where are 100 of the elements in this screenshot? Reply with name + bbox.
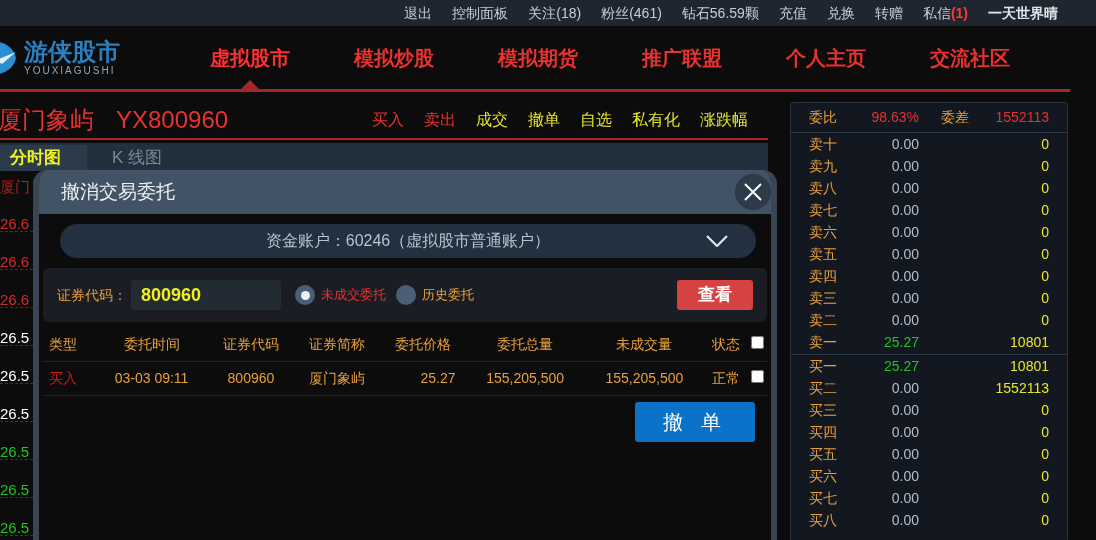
nav-item[interactable]: 推广联盟 (642, 26, 722, 89)
volume-value: 0 (1040, 444, 1049, 464)
price-value: 0.00 (890, 400, 919, 420)
volume-value: 10801 (1009, 332, 1049, 352)
price-value: 0.00 (890, 134, 919, 154)
price-value: 0.00 (890, 288, 919, 308)
action-link[interactable]: 撤单 (528, 108, 560, 132)
nav-item[interactable]: 模拟炒股 (354, 26, 434, 89)
axis-stock-label: 厦门 (0, 179, 31, 194)
table-cell: 买入 (49, 370, 77, 386)
table-cell: 155,205,500 (486, 370, 565, 386)
messages-link[interactable]: 私信(1) (922, 2, 968, 24)
column-header: 委托时间 (123, 336, 180, 352)
level-label: 卖七 (809, 200, 838, 220)
price-value: 0.00 (890, 200, 919, 220)
chevron-down-icon (706, 235, 728, 247)
volume-value: 0 (1040, 310, 1049, 330)
volume-value: 0 (1040, 156, 1049, 176)
column-header: 证券简称 (308, 336, 365, 352)
radio-button[interactable] (295, 285, 315, 305)
nav-item[interactable]: 交流社区 (930, 26, 1010, 89)
price-value: 0.00 (890, 266, 919, 286)
select-all-checkbox[interactable] (750, 336, 764, 349)
diff-value: 1552113 (994, 108, 1049, 127)
volume-value: 0 (1040, 200, 1049, 220)
table-cell: 800960 (227, 370, 275, 386)
top-link[interactable]: 退出 (404, 2, 433, 24)
ratio-label: 委比 (809, 108, 838, 127)
table-cell: 155,205,500 (605, 370, 684, 386)
top-link[interactable]: 转赠 (874, 2, 903, 24)
table-cell: 厦门象屿 (308, 370, 365, 386)
chart-tab[interactable]: 分时图 (0, 145, 87, 171)
code-label: 证券代码： (57, 285, 127, 305)
code-field[interactable]: 800960 (131, 280, 281, 310)
level-label: 卖十 (809, 134, 838, 154)
volume-value: 10801 (1009, 356, 1049, 376)
logo-name: 游侠股市 (24, 39, 120, 64)
level-label: 卖一 (809, 332, 838, 352)
account-dropdown[interactable]: 资金账户：60246（虚拟股市普通账户） (60, 224, 756, 258)
price-value: 0.00 (890, 466, 919, 486)
price-value: 0.00 (890, 178, 919, 198)
level-label: 买八 (809, 510, 838, 530)
row-checkbox[interactable] (750, 370, 764, 383)
action-link[interactable]: 私有化 (632, 108, 680, 132)
diff-label: 委差 (941, 108, 969, 127)
nav-item[interactable]: 模拟期货 (498, 26, 578, 89)
top-link[interactable]: 关注(18) (528, 2, 582, 24)
price-value: 0.00 (890, 444, 919, 464)
close-button[interactable] (735, 174, 771, 210)
level-label: 买七 (809, 488, 838, 508)
radio-label: 历史委托 (422, 286, 474, 305)
radio-label: 未成交委托 (321, 286, 386, 305)
column-header: 未成交量 (616, 336, 673, 352)
column-header: 委托价格 (394, 336, 451, 352)
price-value: 25.27 (882, 356, 919, 376)
level-label: 买四 (809, 422, 838, 442)
volume-value: 0 (1040, 422, 1049, 442)
volume-value: 0 (1040, 134, 1049, 154)
price-value: 25.27 (882, 332, 919, 352)
column-header: 委托总量 (497, 336, 554, 352)
level-label: 买三 (809, 400, 838, 420)
level-label: 买六 (809, 466, 838, 486)
logo-subtitle: YOUXIAGUSHI (24, 65, 117, 76)
stock-code: YX800960 (116, 105, 229, 135)
chart-tab[interactable]: K 线图 (87, 145, 174, 171)
volume-value: 0 (1040, 510, 1049, 530)
radio-button[interactable] (396, 285, 416, 305)
nav-item[interactable]: 个人主页 (786, 26, 866, 89)
price-value: 0.00 (890, 378, 919, 398)
level-label: 卖二 (809, 310, 838, 330)
action-link[interactable]: 成交 (476, 108, 508, 132)
action-link[interactable]: 涨跌幅 (700, 108, 748, 132)
cancel-order-button[interactable]: 撤 单 (635, 402, 755, 442)
level-label: 买一 (809, 356, 838, 376)
level-label: 卖三 (809, 288, 838, 308)
volume-value: 1552113 (994, 378, 1049, 398)
action-link[interactable]: 买入 (372, 108, 404, 132)
ratio-value: 98.63% (870, 108, 919, 127)
user-link[interactable]: 一天世界晴 (988, 2, 1058, 24)
volume-value: 0 (1040, 222, 1049, 242)
price-value: 0.00 (890, 244, 919, 264)
level-label: 卖六 (809, 222, 838, 242)
level-label: 买二 (809, 378, 838, 398)
column-header: 状态 (711, 336, 740, 352)
close-icon (744, 183, 762, 201)
query-button[interactable]: 查看 (677, 280, 753, 310)
top-link[interactable]: 兑换 (826, 2, 855, 24)
price-value: 0.00 (890, 222, 919, 242)
top-link[interactable]: 钻石56.59颗 (681, 2, 759, 24)
nav-item[interactable]: 虚拟股市 (210, 26, 290, 89)
price-value: 0.00 (890, 422, 919, 442)
top-link[interactable]: 粉丝(461) (601, 2, 662, 24)
level-label: 卖八 (809, 178, 838, 198)
action-link[interactable]: 卖出 (424, 108, 456, 132)
top-link[interactable]: 充值 (778, 2, 807, 24)
action-link[interactable]: 自选 (580, 108, 612, 132)
top-link[interactable]: 控制面板 (452, 2, 509, 24)
volume-value: 0 (1040, 244, 1049, 264)
price-value: 0.00 (890, 156, 919, 176)
volume-value: 0 (1040, 400, 1049, 420)
